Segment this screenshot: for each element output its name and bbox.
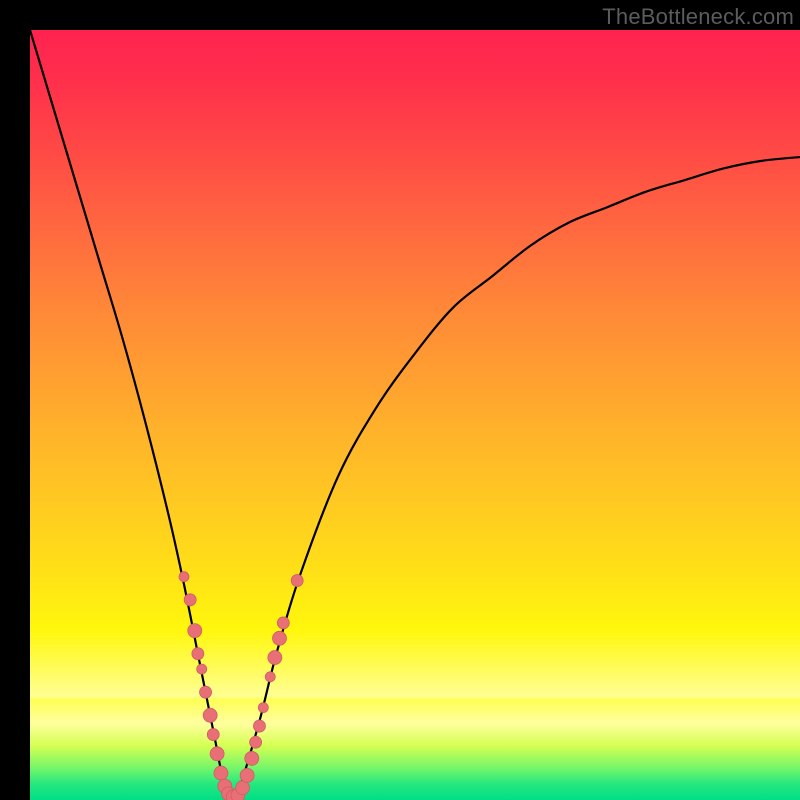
curve-marker <box>268 651 282 665</box>
curve-marker <box>214 766 228 780</box>
watermark-text: TheBottleneck.com <box>602 4 794 30</box>
curve-marker <box>253 720 265 732</box>
curve-marker <box>200 686 212 698</box>
curve-marker <box>197 664 207 674</box>
curve-marker <box>203 708 217 722</box>
curve-marker <box>272 631 286 645</box>
curve-marker <box>236 781 250 795</box>
curve-marker <box>258 703 268 713</box>
curve-marker <box>245 751 259 765</box>
bottleneck-curve <box>30 30 800 800</box>
curve-marker <box>240 768 254 782</box>
curve-marker <box>250 736 262 748</box>
curve-marker <box>179 572 189 582</box>
curve-marker <box>207 729 219 741</box>
curve-marker <box>210 747 224 761</box>
highlighted-points <box>179 572 303 800</box>
chart-svg <box>30 30 800 800</box>
chart-frame: TheBottleneck.com <box>0 0 800 800</box>
curve-marker <box>291 575 303 587</box>
curve-marker <box>188 624 202 638</box>
curve-marker <box>265 672 275 682</box>
curve-marker <box>184 594 196 606</box>
curve-marker <box>192 648 204 660</box>
plot-area <box>30 30 800 800</box>
curve-marker <box>277 617 289 629</box>
